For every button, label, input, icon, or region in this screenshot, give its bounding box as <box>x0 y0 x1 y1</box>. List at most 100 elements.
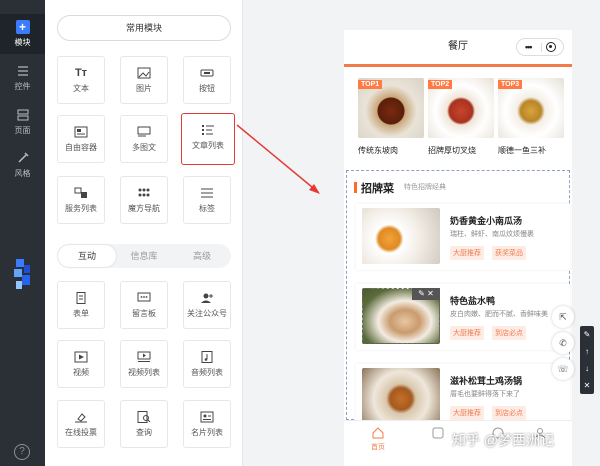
rail-item-page[interactable]: 页面 <box>0 108 45 144</box>
rail-item-modules[interactable]: + 模块 <box>0 14 45 54</box>
article-desc: 皮白肉嫩、肥而不腻、香鲜味美 <box>450 311 548 318</box>
module-category-tabs: 互动 信息库 高级 <box>57 244 231 268</box>
more-icon[interactable]: ••• <box>525 42 533 52</box>
article-tag: 到店必点 <box>492 406 526 420</box>
brand-logo-icon <box>14 259 30 289</box>
text-icon: Tт <box>74 67 88 79</box>
article-tag: 大厨推荐 <box>450 406 484 420</box>
dish-name: 招牌厚切叉烧 <box>428 146 476 155</box>
top-dish-card[interactable]: TOP3 顺德一鱼三补 <box>498 78 564 156</box>
multi-image-text-icon <box>137 126 151 137</box>
rail-item-style[interactable]: 风格 <box>0 151 45 187</box>
tile-form[interactable]: 表单 <box>57 281 105 329</box>
tab-home[interactable]: 首页 <box>358 427 398 452</box>
tab-info-library[interactable]: 信息库 <box>115 244 173 268</box>
dish-image: TOP3 <box>498 78 564 138</box>
tile-button[interactable]: 按钮 <box>183 56 231 104</box>
left-rail: + 模块 控件 页面 风格 ? <box>0 0 45 466</box>
article-tag: 大厨推荐 <box>450 246 484 260</box>
tile-label: 图片 <box>136 84 152 93</box>
tile-query[interactable]: 查询 <box>120 400 168 448</box>
article-item[interactable]: 特色盐水鸭 皮白肉嫩、肥而不腻、香鲜味美 大厨推荐 到店必点 <box>356 284 570 350</box>
tile-label: 文章列表 <box>192 141 224 150</box>
tile-multi-image-text[interactable]: 多图文 <box>120 115 168 163</box>
image-icon <box>137 67 151 79</box>
tile-label: 服务列表 <box>65 204 97 213</box>
rail-item-label: 风格 <box>14 169 31 178</box>
tile-label: 视频列表 <box>128 368 160 377</box>
tile-text[interactable]: Tт 文本 <box>57 56 105 104</box>
tile-label: 音频列表 <box>191 368 223 377</box>
message-board-icon <box>137 292 151 302</box>
rail-item-controls[interactable]: 控件 <box>0 64 45 100</box>
component-panel: 常用模块 Tт 文本 图片 按钮 自由容器 多图文 文章列表 服务列表 魔方导航… <box>45 0 243 466</box>
delete-icon[interactable]: ✕ <box>580 377 594 394</box>
selection-toolbar[interactable]: ✎ ✕ <box>412 288 440 300</box>
edit-icon[interactable]: ✎ <box>418 289 425 298</box>
tile-video[interactable]: 视频 <box>57 340 105 388</box>
edit-icon[interactable]: ✎ <box>580 326 594 343</box>
article-thumbnail <box>362 208 440 264</box>
section-title: 招牌菜 <box>354 180 394 196</box>
article-item[interactable]: 奶香黄金小南瓜汤 瑞柱、鲜虾、南瓜炆烦慢裹 大厨推荐 获奖菜品 <box>356 204 570 270</box>
phone-call-button[interactable]: ✆ <box>552 332 574 354</box>
tile-grid-nav[interactable]: 魔方导航 <box>120 176 168 224</box>
share-button[interactable]: ⇱ <box>552 306 574 328</box>
common-modules-button[interactable]: 常用模块 <box>57 15 231 41</box>
watermark: 知乎 @梦西洲记 <box>452 432 555 448</box>
tile-follow-account[interactable]: 关注公众号 <box>183 281 231 329</box>
tile-image[interactable]: 图片 <box>120 56 168 104</box>
tile-video-list[interactable]: 视频列表 <box>120 340 168 388</box>
tile-label: 名片列表 <box>191 428 223 437</box>
customer-service-button[interactable]: ☏ <box>552 358 574 380</box>
move-down-icon[interactable]: ↓ <box>580 360 594 377</box>
mini-program-capsule[interactable]: ••• <box>516 38 564 56</box>
vote-icon <box>75 413 87 423</box>
home-icon <box>372 427 384 439</box>
plus-icon: + <box>15 20 30 34</box>
tile-label: 按钮 <box>199 84 215 93</box>
tile-audio-list[interactable]: 音频列表 <box>183 340 231 388</box>
video-icon <box>74 351 88 363</box>
section-subtitle: 特色招牌经典 <box>404 184 446 191</box>
article-list-icon <box>202 125 214 135</box>
tile-container[interactable]: 自由容器 <box>57 115 105 163</box>
article-desc: 瑞柱、鲜虾、南瓜炆烦慢裹 <box>450 231 534 238</box>
tile-label: 在线投票 <box>65 428 97 437</box>
tile-label: 查询 <box>136 428 152 437</box>
category-icon <box>432 427 444 439</box>
tile-label: 视频 <box>73 368 89 377</box>
module-side-tools: ✎ ↑ ↓ ✕ <box>580 326 594 394</box>
rank-badge: TOP2 <box>428 80 453 89</box>
dish-image: TOP2 <box>428 78 494 138</box>
tab-interaction[interactable]: 互动 <box>58 245 116 267</box>
capsule-divider <box>541 43 542 52</box>
help-icon[interactable]: ? <box>14 444 30 460</box>
rank-badge: TOP1 <box>358 80 383 89</box>
move-up-icon[interactable]: ↑ <box>580 343 594 360</box>
dish-image: TOP1 <box>358 78 424 138</box>
tag-icon <box>201 188 213 198</box>
top-dish-card[interactable]: TOP2 招牌厚切叉烧 <box>428 78 494 156</box>
tile-label: 标签 <box>199 204 215 213</box>
article-thumbnail <box>362 368 440 424</box>
top-dish-card[interactable]: TOP1 传统东坡肉 <box>358 78 424 156</box>
tile-article-list[interactable]: 文章列表 <box>181 113 235 165</box>
tile-card-list[interactable]: 名片列表 <box>183 400 231 448</box>
follow-icon <box>201 293 213 303</box>
article-title: 奶香黄金小南瓜汤 <box>450 216 523 226</box>
tab-label: 首页 <box>371 444 385 451</box>
article-tag: 到店必点 <box>492 326 526 340</box>
tab-advanced[interactable]: 高级 <box>173 244 231 268</box>
tile-service-list[interactable]: 服务列表 <box>57 176 105 224</box>
tile-label: 多图文 <box>132 143 156 152</box>
header-accent-line <box>344 64 572 67</box>
audio-list-icon <box>201 351 213 363</box>
dish-name: 传统东坡肉 <box>358 146 398 155</box>
tile-message-board[interactable]: 留言板 <box>120 281 168 329</box>
close-icon[interactable]: ✕ <box>427 289 434 298</box>
close-miniprogram-icon[interactable] <box>546 42 556 52</box>
tile-online-vote[interactable]: 在线投票 <box>57 400 105 448</box>
query-icon <box>137 411 151 423</box>
tile-tag[interactable]: 标签 <box>183 176 231 224</box>
